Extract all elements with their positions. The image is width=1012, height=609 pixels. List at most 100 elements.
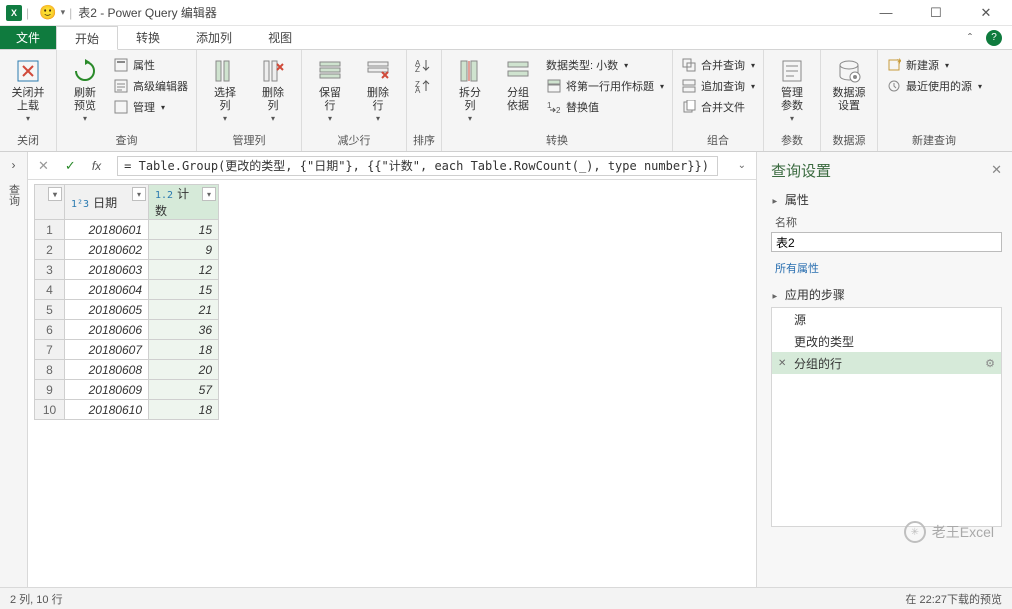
cell-count[interactable]: 15 bbox=[149, 220, 219, 240]
cell-date[interactable]: 20180606 bbox=[65, 320, 149, 340]
remove-rows-button[interactable]: 删除 行▾ bbox=[356, 54, 400, 123]
select-all-corner[interactable]: ▾ bbox=[35, 185, 65, 220]
row-header[interactable]: 4 bbox=[35, 280, 65, 300]
sort-asc-button[interactable]: AZ bbox=[413, 56, 433, 74]
manage-parameters-button[interactable]: 管理 参数▾ bbox=[770, 54, 814, 123]
close-button[interactable]: ✕ bbox=[972, 5, 1000, 21]
minimize-button[interactable]: — bbox=[872, 5, 900, 21]
cell-date[interactable]: 20180607 bbox=[65, 340, 149, 360]
cell-count[interactable]: 9 bbox=[149, 240, 219, 260]
table-row[interactable]: 9 20180609 57 bbox=[35, 380, 219, 400]
row-header[interactable]: 1 bbox=[35, 220, 65, 240]
filter-dropdown-icon[interactable]: ▾ bbox=[132, 187, 146, 201]
filter-dropdown-icon[interactable]: ▾ bbox=[202, 187, 216, 201]
collapse-ribbon-icon[interactable]: ˆ bbox=[968, 31, 972, 45]
cell-count[interactable]: 20 bbox=[149, 360, 219, 380]
split-column-button[interactable]: 拆分 列▾ bbox=[448, 54, 492, 123]
properties-button[interactable]: 属性 bbox=[111, 56, 190, 74]
cell-date[interactable]: 20180604 bbox=[65, 280, 149, 300]
tab-addcolumn[interactable]: 添加列 bbox=[178, 26, 250, 49]
data-grid[interactable]: ▾ 1²3日期▾ 1.2计数▾ 1 20180601 152 20180602 … bbox=[28, 180, 756, 587]
wechat-icon: ✳ bbox=[904, 521, 926, 543]
cell-count[interactable]: 15 bbox=[149, 280, 219, 300]
cell-date[interactable]: 20180605 bbox=[65, 300, 149, 320]
cell-count[interactable]: 18 bbox=[149, 400, 219, 420]
commit-formula-icon[interactable]: ✓ bbox=[65, 158, 76, 174]
cell-count[interactable]: 36 bbox=[149, 320, 219, 340]
query-name-input[interactable] bbox=[771, 232, 1002, 252]
applied-step[interactable]: 源 bbox=[772, 308, 1001, 330]
row-header[interactable]: 9 bbox=[35, 380, 65, 400]
all-properties-link[interactable]: 所有属性 bbox=[775, 263, 819, 275]
table-row[interactable]: 10 20180610 18 bbox=[35, 400, 219, 420]
table-row[interactable]: 1 20180601 15 bbox=[35, 220, 219, 240]
qat-dropdown[interactable]: ▾ bbox=[61, 7, 66, 18]
replace-values-button[interactable]: 12替换值 bbox=[544, 98, 666, 116]
tab-view[interactable]: 视图 bbox=[250, 26, 310, 49]
group-reduce-rows: 保留 行▾ 删除 行▾ 减少行 bbox=[302, 50, 407, 151]
row-header[interactable]: 5 bbox=[35, 300, 65, 320]
group-transform: 拆分 列▾ 分组 依据 数据类型: 小数▾ 将第一行用作标题▾ 12替换值 转换 bbox=[442, 50, 673, 151]
data-type-button[interactable]: 数据类型: 小数▾ bbox=[544, 56, 666, 74]
group-by-button[interactable]: 分组 依据 bbox=[496, 54, 540, 113]
column-header-count[interactable]: 1.2计数▾ bbox=[149, 185, 219, 220]
row-header[interactable]: 10 bbox=[35, 400, 65, 420]
row-header[interactable]: 6 bbox=[35, 320, 65, 340]
step-settings-icon[interactable]: ⚙ bbox=[985, 357, 995, 370]
datasource-settings-button[interactable]: 数据源 设置 bbox=[827, 54, 871, 113]
choose-columns-button[interactable]: 选择 列▾ bbox=[203, 54, 247, 123]
new-source-button[interactable]: ✶新建源▾ bbox=[884, 56, 984, 74]
table-row[interactable]: 4 20180604 15 bbox=[35, 280, 219, 300]
close-pane-icon[interactable]: ✕ bbox=[991, 162, 1002, 178]
queries-nav-rail[interactable]: › 查询 bbox=[0, 152, 28, 587]
formula-input[interactable]: = Table.Group(更改的类型, {"日期"}, {{"计数", eac… bbox=[117, 156, 717, 176]
keep-rows-button[interactable]: 保留 行▾ bbox=[308, 54, 352, 123]
table-row[interactable]: 5 20180605 21 bbox=[35, 300, 219, 320]
tab-file[interactable]: 文件 bbox=[0, 26, 56, 49]
use-first-row-button[interactable]: 将第一行用作标题▾ bbox=[544, 77, 666, 95]
table-row[interactable]: 2 20180602 9 bbox=[35, 240, 219, 260]
cell-date[interactable]: 20180608 bbox=[65, 360, 149, 380]
table-row[interactable]: 6 20180606 36 bbox=[35, 320, 219, 340]
row-header[interactable]: 2 bbox=[35, 240, 65, 260]
cell-date[interactable]: 20180601 bbox=[65, 220, 149, 240]
advanced-editor-button[interactable]: 高级编辑器 bbox=[111, 77, 190, 95]
cell-count[interactable]: 12 bbox=[149, 260, 219, 280]
row-header[interactable]: 8 bbox=[35, 360, 65, 380]
row-header[interactable]: 7 bbox=[35, 340, 65, 360]
cell-count[interactable]: 57 bbox=[149, 380, 219, 400]
append-queries-button[interactable]: 追加查询▾ bbox=[679, 77, 757, 95]
merge-queries-button[interactable]: 合并查询▾ bbox=[679, 56, 757, 74]
tab-home[interactable]: 开始 bbox=[56, 26, 118, 50]
applied-step[interactable]: 更改的类型 bbox=[772, 330, 1001, 352]
cell-date[interactable]: 20180610 bbox=[65, 400, 149, 420]
cell-count[interactable]: 21 bbox=[149, 300, 219, 320]
recent-sources-button[interactable]: 最近使用的源▾ bbox=[884, 77, 984, 95]
maximize-button[interactable]: ☐ bbox=[922, 5, 950, 21]
smiley-icon[interactable]: 🙂 bbox=[39, 4, 56, 21]
section-applied-steps[interactable]: 应用的步骤 bbox=[771, 286, 1002, 303]
table-row[interactable]: 8 20180608 20 bbox=[35, 360, 219, 380]
cell-date[interactable]: 20180602 bbox=[65, 240, 149, 260]
close-and-load-button[interactable]: 关闭并 上载▾ bbox=[6, 54, 50, 123]
section-properties[interactable]: 属性 bbox=[771, 191, 1002, 208]
sort-desc-button[interactable]: ZA bbox=[413, 77, 433, 95]
cell-count[interactable]: 18 bbox=[149, 340, 219, 360]
refresh-preview-button[interactable]: 刷新 预览▾ bbox=[63, 54, 107, 123]
table-row[interactable]: 3 20180603 12 bbox=[35, 260, 219, 280]
help-icon[interactable]: ? bbox=[986, 30, 1002, 46]
tab-transform[interactable]: 转换 bbox=[118, 26, 178, 49]
manage-button[interactable]: 管理▾ bbox=[111, 98, 190, 116]
fx-icon[interactable]: fx bbox=[92, 159, 101, 173]
expand-nav-icon[interactable]: › bbox=[12, 158, 16, 172]
remove-columns-button[interactable]: 删除 列▾ bbox=[251, 54, 295, 123]
cell-date[interactable]: 20180609 bbox=[65, 380, 149, 400]
column-header-date[interactable]: 1²3日期▾ bbox=[65, 185, 149, 220]
cancel-formula-icon[interactable]: ✕ bbox=[38, 158, 49, 174]
combine-files-button[interactable]: 合并文件 bbox=[679, 98, 757, 116]
expand-formula-icon[interactable]: ⌄ bbox=[734, 160, 750, 171]
row-header[interactable]: 3 bbox=[35, 260, 65, 280]
table-row[interactable]: 7 20180607 18 bbox=[35, 340, 219, 360]
applied-step[interactable]: 分组的行⚙ bbox=[772, 352, 1001, 374]
cell-date[interactable]: 20180603 bbox=[65, 260, 149, 280]
